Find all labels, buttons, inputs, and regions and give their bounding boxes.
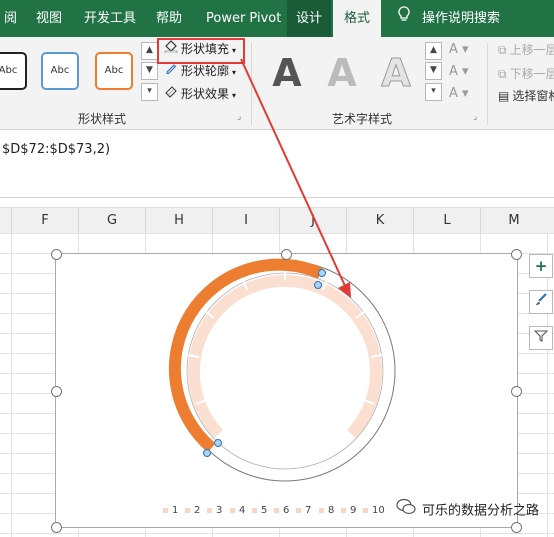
resize-handle[interactable] <box>51 386 62 397</box>
legend-swatch <box>274 507 279 513</box>
progress-track-arc <box>188 274 382 439</box>
legend-item: 6 <box>274 505 289 516</box>
legend-label: 2 <box>194 505 201 516</box>
legend-label: 4 <box>239 505 246 516</box>
legend-swatch <box>230 507 235 513</box>
legend-swatch <box>252 507 257 513</box>
legend-item: 2 <box>185 505 200 516</box>
legend-label: 6 <box>283 505 290 516</box>
resize-handle[interactable] <box>51 522 62 533</box>
legend-item: 8 <box>319 505 334 516</box>
legend-item: 3 <box>207 505 222 516</box>
legend-label: 10 <box>372 505 385 516</box>
legend-label: 7 <box>305 505 312 516</box>
legend-swatch <box>319 507 324 513</box>
gauge-chart[interactable] <box>0 0 554 537</box>
legend-swatch <box>341 507 346 513</box>
legend-swatch <box>185 507 190 513</box>
chart-elements-button[interactable]: + <box>529 254 553 278</box>
legend-item: 9 <box>341 505 356 516</box>
legend-item: 10 <box>363 505 385 516</box>
brush-icon <box>534 293 548 311</box>
resize-handle[interactable] <box>511 386 522 397</box>
selection-point[interactable] <box>214 439 222 447</box>
resize-handle[interactable] <box>511 249 522 260</box>
legend-label: 1 <box>172 505 179 516</box>
resize-handle[interactable] <box>281 249 292 260</box>
chart-styles-button[interactable] <box>529 290 553 314</box>
selection-point[interactable] <box>318 269 326 277</box>
legend-swatch <box>207 507 212 513</box>
watermark-text: 可乐的数据分析之路 <box>422 503 540 519</box>
filter-icon <box>533 329 549 347</box>
selection-point[interactable] <box>203 449 211 457</box>
resize-handle[interactable] <box>51 249 62 260</box>
chart-filters-button[interactable] <box>529 326 553 350</box>
legend-label: 8 <box>328 505 335 516</box>
legend-item: 7 <box>296 505 311 516</box>
selection-point[interactable] <box>314 281 322 289</box>
annotation-arrow-line <box>240 58 347 289</box>
watermark: 可乐的数据分析之路 <box>396 498 539 524</box>
legend-item: 4 <box>230 505 245 516</box>
plus-icon: + <box>534 257 548 275</box>
legend-item: 5 <box>252 505 267 516</box>
wechat-icon <box>396 498 416 520</box>
legend-swatch <box>363 507 368 513</box>
legend-label: 3 <box>216 505 223 516</box>
legend-item: 1 <box>163 505 178 516</box>
legend-label: 9 <box>350 505 357 516</box>
legend-swatch <box>296 507 301 513</box>
legend-label: 5 <box>261 505 268 516</box>
legend-swatch <box>163 507 168 513</box>
